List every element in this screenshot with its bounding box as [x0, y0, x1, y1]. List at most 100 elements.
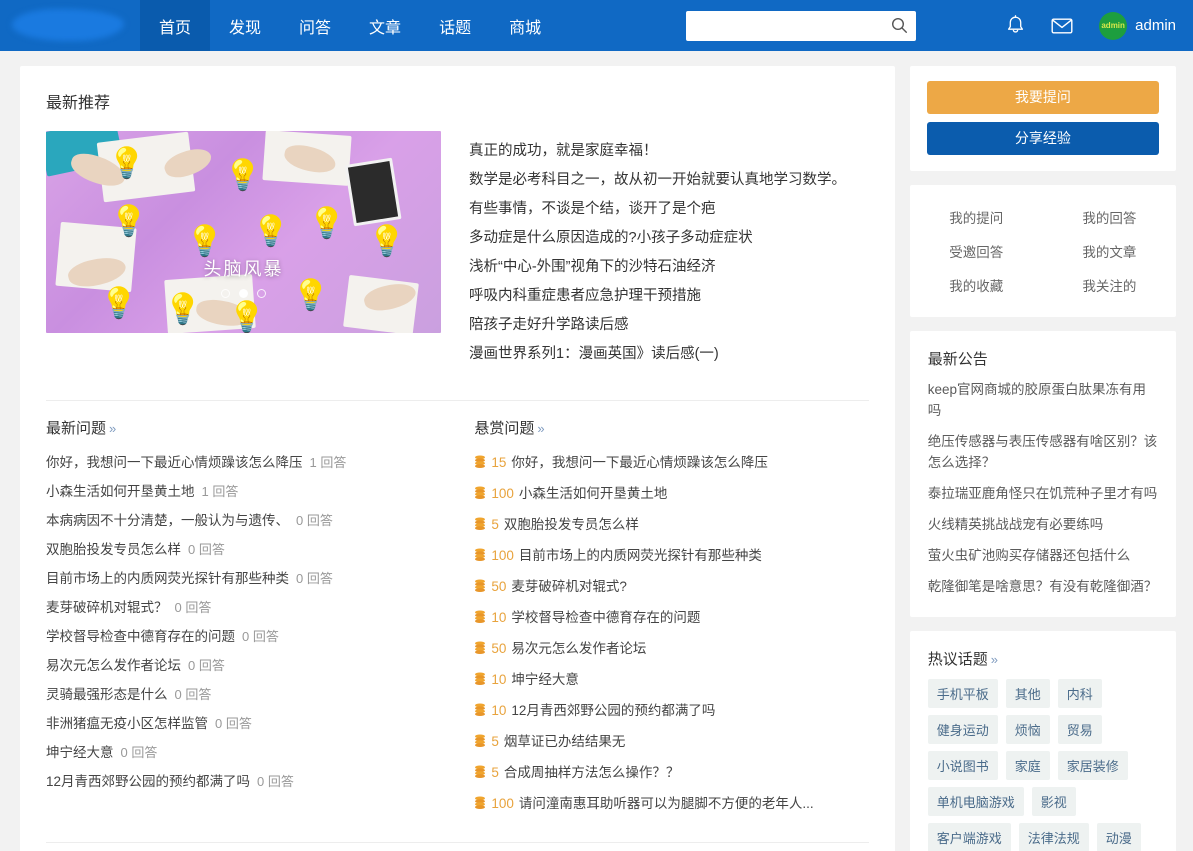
- search-button[interactable]: [888, 15, 910, 37]
- notifications-button[interactable]: [1006, 15, 1025, 36]
- carousel-dot-1[interactable]: [221, 289, 230, 298]
- question-list-item[interactable]: 12月青西郊野公园的预约都满了吗 0 回答: [46, 767, 457, 796]
- bounty-list-item[interactable]: 50 麦芽破碎机对辊式?: [474, 572, 868, 603]
- question-list-item[interactable]: 本病病因不十分清楚，一般认为与遗传、 0 回答: [46, 506, 457, 535]
- article-link[interactable]: 有些事情，不谈是个结，谈开了是个疤: [469, 195, 869, 224]
- ask-question-button[interactable]: 我要提问: [926, 81, 1159, 114]
- more-arrow-icon[interactable]: »: [991, 652, 998, 667]
- link-my-articles[interactable]: 我的文章: [1082, 241, 1136, 261]
- question-text: 小森生活如何开垦黄土地: [46, 484, 195, 499]
- question-list-item[interactable]: 非洲猪瘟无疫小区怎样监管 0 回答: [46, 709, 457, 738]
- user-name: admin: [1135, 17, 1176, 34]
- bounty-list-item[interactable]: 5 烟草证已办结结果无: [474, 727, 868, 758]
- question-text: 本病病因不十分清楚，一般认为与遗传、: [46, 513, 289, 528]
- topic-tag[interactable]: 单机电脑游戏: [927, 787, 1024, 816]
- announcement-item[interactable]: keep官网商城的胶原蛋白肽果冻有用吗: [928, 379, 1158, 421]
- bounty-list-item[interactable]: 10 12月青西郊野公园的预约都满了吗: [474, 696, 868, 727]
- question-text: 目前市场上的内质网荧光探针有那些种类: [518, 548, 762, 563]
- nav-item-articles[interactable]: 文章: [350, 0, 420, 51]
- article-link[interactable]: 陪孩子走好升学路读后感: [469, 311, 869, 340]
- bulb-icon: 💡: [110, 205, 148, 238]
- topic-tag[interactable]: 贸易: [1057, 715, 1102, 744]
- nav-label: 文章: [369, 19, 402, 37]
- topic-tag[interactable]: 动漫: [1096, 823, 1141, 851]
- bounty-list-item[interactable]: 5 双胞胎投发专员怎么样: [474, 510, 868, 541]
- main-content: 最新推荐 💡 💡 💡 💡 💡 💡 💡 💡 💡 💡 💡 头脑风暴 真正的成功，就是…: [20, 66, 895, 851]
- announcement-item[interactable]: 泰拉瑞亚鹿角怪只在饥荒种子里才有吗: [928, 483, 1158, 504]
- latest-questions-title: 最新问题»: [46, 417, 457, 438]
- coin-stack-icon: [474, 543, 486, 572]
- bounty-list-item[interactable]: 10 学校督导检查中德育存在的问题: [474, 603, 868, 634]
- article-link[interactable]: 漫画世界系列1：漫画英国》读后感(一): [469, 340, 869, 369]
- topic-tag[interactable]: 其他: [1005, 679, 1050, 708]
- share-experience-button[interactable]: 分享经验: [926, 122, 1159, 155]
- article-link[interactable]: 多动症是什么原因造成的?小孩子多动症症状: [469, 224, 869, 253]
- nav-item-topics[interactable]: 话题: [420, 0, 490, 51]
- nav-item-qa[interactable]: 问答: [280, 0, 350, 51]
- topic-tag[interactable]: 影视: [1031, 787, 1076, 816]
- bounty-list-item[interactable]: 50 易次元怎么发作者论坛: [474, 634, 868, 665]
- link-invited-answers[interactable]: 受邀回答: [949, 241, 1003, 261]
- carousel-dots: [46, 289, 441, 298]
- topic-tag[interactable]: 客户端游戏: [927, 823, 1011, 851]
- question-text: 易次元怎么发作者论坛: [46, 658, 181, 673]
- bounty-list-item[interactable]: 15 你好，我想问一下最近心情烦躁该怎么降压: [474, 448, 868, 479]
- question-list-item[interactable]: 小森生活如何开垦黄土地 1 回答: [46, 477, 457, 506]
- nav-item-discover[interactable]: 发现: [210, 0, 280, 51]
- topic-tag[interactable]: 家庭: [1005, 751, 1050, 780]
- more-arrow-icon[interactable]: »: [537, 421, 544, 436]
- question-list-item[interactable]: 麦芽破碎机对辊式？ 0 回答: [46, 593, 457, 622]
- topic-tag[interactable]: 健身运动: [927, 715, 998, 744]
- more-arrow-icon[interactable]: »: [109, 421, 116, 436]
- bounty-list-item[interactable]: 100 小森生活如何开垦黄土地: [474, 479, 868, 510]
- featured-banner-image[interactable]: 💡 💡 💡 💡 💡 💡 💡 💡 💡 💡 💡 头脑风暴: [46, 131, 441, 333]
- link-my-answers[interactable]: 我的回答: [1082, 207, 1136, 227]
- question-list-item[interactable]: 坤宁经大意 0 回答: [46, 738, 457, 767]
- announcement-item[interactable]: 绝压传感器与表压传感器有啥区别？该怎么选择？: [928, 431, 1158, 473]
- nav-item-home[interactable]: 首页: [140, 0, 211, 51]
- topic-tag[interactable]: 法律法规: [1018, 823, 1089, 851]
- bounty-list-item[interactable]: 10 坤宁经大意: [474, 665, 868, 696]
- question-list-item[interactable]: 你好，我想问一下最近心情烦躁该怎么降压 1 回答: [46, 448, 457, 477]
- section-label: 最新问题: [46, 420, 107, 437]
- article-link[interactable]: 数学是必考科目之一，故从初一开始就要认真地学习数学。: [469, 166, 869, 195]
- site-logo[interactable]: [0, 0, 140, 51]
- bulb-icon: 💡: [164, 293, 202, 326]
- bounty-amount: 5: [491, 765, 499, 780]
- question-list-item[interactable]: 目前市场上的内质网荧光探针有那些种类 0 回答: [46, 564, 457, 593]
- answer-count: 0 回答: [296, 571, 333, 586]
- bounty-list-item[interactable]: 5 合成周抽样方法怎么操作？？: [474, 758, 868, 789]
- bounty-list-item[interactable]: 100 请问潼南惠耳助听器可以为腿脚不方便的老年人...: [474, 789, 868, 820]
- bounty-amount: 100: [491, 796, 514, 811]
- messages-button[interactable]: [1051, 17, 1073, 35]
- announcement-item[interactable]: 乾隆御笔是啥意思？有没有乾隆御酒？: [928, 576, 1158, 597]
- announcements-card: 最新公告 keep官网商城的胶原蛋白肽果冻有用吗 绝压传感器与表压传感器有啥区别…: [909, 331, 1176, 617]
- nav-label: 商城: [509, 19, 542, 37]
- question-list-item[interactable]: 易次元怎么发作者论坛 0 回答: [46, 651, 457, 680]
- bounty-list-item[interactable]: 100 目前市场上的内质网荧光探针有那些种类: [474, 541, 868, 572]
- topic-tag[interactable]: 小说图书: [927, 751, 998, 780]
- article-link[interactable]: 浅析“中心-外围”视角下的沙特石油经济: [469, 253, 869, 282]
- question-text: 你好，我想问一下最近心情烦躁该怎么降压: [511, 455, 768, 470]
- announcement-item[interactable]: 萤火虫矿池购买存储器还包括什么: [928, 545, 1158, 566]
- topic-tag-list: 手机平板 其他 内科 健身运动 烦恼 贸易 小说图书 家庭 家居装修 单机电脑游…: [927, 679, 1158, 851]
- link-my-questions[interactable]: 我的提问: [949, 207, 1003, 227]
- topic-tag[interactable]: 家居装修: [1057, 751, 1128, 780]
- user-menu[interactable]: admin admin: [1099, 11, 1176, 40]
- article-link[interactable]: 真正的成功，就是家庭幸福！: [469, 137, 869, 166]
- carousel-dot-3[interactable]: [257, 289, 266, 298]
- link-my-following[interactable]: 我关注的: [1082, 275, 1136, 295]
- bounty-amount: 50: [491, 641, 507, 656]
- question-list-item[interactable]: 学校督导检查中德育存在的问题 0 回答: [46, 622, 457, 651]
- topic-tag[interactable]: 烦恼: [1005, 715, 1050, 744]
- carousel-dot-2[interactable]: [239, 289, 248, 298]
- question-list-item[interactable]: 灵骑最强形态是什么 0 回答: [46, 680, 457, 709]
- topic-tag[interactable]: 内科: [1057, 679, 1102, 708]
- topic-tag[interactable]: 手机平板: [927, 679, 998, 708]
- nav-item-mall[interactable]: 商城: [490, 0, 560, 51]
- search-input[interactable]: [686, 10, 917, 41]
- announcement-item[interactable]: 火线精英挑战战宠有必要练吗: [928, 514, 1158, 535]
- article-link[interactable]: 呼吸内科重症患者应急护理干预措施: [469, 282, 869, 311]
- link-my-favorites[interactable]: 我的收藏: [949, 275, 1003, 295]
- question-list-item[interactable]: 双胞胎投发专员怎么样 0 回答: [46, 535, 457, 564]
